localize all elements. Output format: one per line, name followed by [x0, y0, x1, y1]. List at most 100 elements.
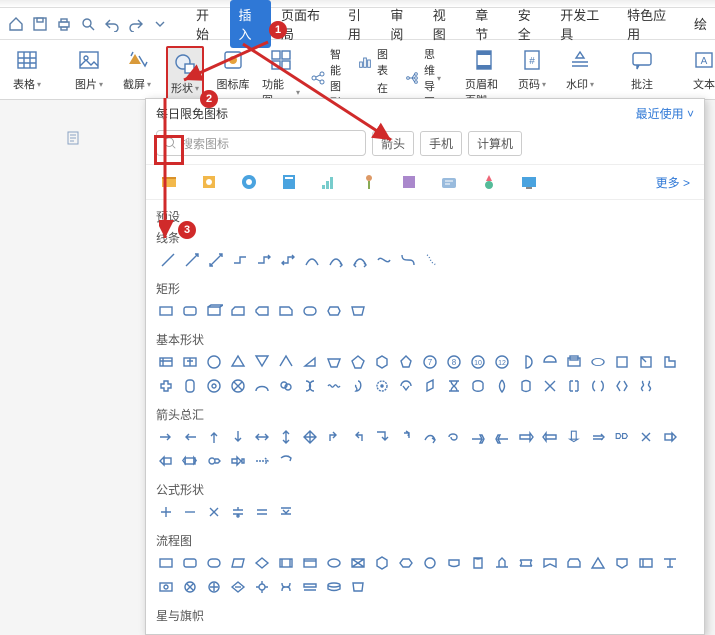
shape-item[interactable] — [180, 352, 200, 372]
home-icon[interactable] — [8, 16, 24, 32]
shape-item[interactable] — [300, 577, 320, 597]
shape-item[interactable] — [372, 376, 392, 396]
shape-item[interactable] — [300, 352, 320, 372]
shape-item[interactable] — [636, 352, 656, 372]
shape-item[interactable] — [228, 577, 248, 597]
shape-item[interactable] — [324, 352, 344, 372]
tab-view[interactable]: 视图 — [425, 0, 465, 48]
shape-item[interactable] — [396, 427, 416, 447]
shape-item[interactable] — [398, 250, 418, 270]
shape-item[interactable] — [276, 502, 296, 522]
tab-reference[interactable]: 引用 — [340, 0, 380, 48]
shape-item[interactable] — [540, 427, 560, 447]
shape-item[interactable]: 10 — [468, 352, 488, 372]
shape-item[interactable] — [516, 376, 536, 396]
shape-item[interactable] — [278, 250, 298, 270]
shape-item[interactable] — [156, 427, 176, 447]
shape-item[interactable] — [228, 553, 248, 573]
shape-item[interactable] — [348, 553, 368, 573]
shape-item[interactable] — [180, 553, 200, 573]
shape-item[interactable] — [420, 553, 440, 573]
undo-icon[interactable] — [104, 16, 120, 32]
shape-item[interactable] — [468, 553, 488, 573]
shape-item[interactable] — [636, 376, 656, 396]
ribbon-picture[interactable]: 图片▾ — [70, 46, 108, 92]
tab-review[interactable]: 审阅 — [382, 0, 422, 48]
shape-item[interactable] — [612, 553, 632, 573]
shape-item[interactable] — [444, 553, 464, 573]
featured-icon[interactable] — [320, 173, 338, 191]
shape-item[interactable] — [252, 352, 272, 372]
shape-item[interactable] — [326, 250, 346, 270]
shape-item[interactable] — [276, 577, 296, 597]
shape-item[interactable] — [540, 352, 560, 372]
recent-link[interactable]: 最近使用 ˅ — [636, 105, 694, 122]
shape-item[interactable] — [348, 577, 368, 597]
shape-item[interactable] — [252, 502, 272, 522]
qat-more-icon[interactable] — [152, 16, 168, 32]
featured-icon[interactable] — [200, 173, 218, 191]
shape-item[interactable] — [612, 352, 632, 372]
shape-item[interactable] — [276, 301, 296, 321]
shape-item[interactable] — [204, 427, 224, 447]
shape-item[interactable] — [180, 427, 200, 447]
tab-chapter[interactable]: 章节 — [467, 0, 507, 48]
shape-item[interactable] — [300, 301, 320, 321]
tab-devtools[interactable]: 开发工具 — [552, 0, 617, 48]
featured-icon[interactable] — [360, 173, 378, 191]
shape-item[interactable] — [324, 301, 344, 321]
shape-item[interactable] — [204, 451, 224, 471]
shape-item[interactable] — [276, 376, 296, 396]
shape-item[interactable] — [588, 352, 608, 372]
redo-icon[interactable] — [128, 16, 144, 32]
shape-item[interactable] — [204, 352, 224, 372]
ribbon-watermark[interactable]: 水印▾ — [561, 46, 599, 92]
shape-item[interactable] — [180, 502, 200, 522]
shape-item[interactable] — [252, 553, 272, 573]
shape-item[interactable] — [516, 427, 536, 447]
shape-item[interactable] — [180, 301, 200, 321]
shape-item[interactable] — [324, 376, 344, 396]
shape-item[interactable] — [612, 376, 632, 396]
shape-item[interactable] — [276, 451, 296, 471]
shape-item[interactable] — [324, 427, 344, 447]
shape-item[interactable] — [300, 427, 320, 447]
featured-icon[interactable] — [520, 173, 538, 191]
shape-item[interactable] — [540, 376, 560, 396]
shape-item[interactable] — [230, 250, 250, 270]
shape-item[interactable] — [420, 427, 440, 447]
shape-item[interactable] — [158, 250, 178, 270]
shape-item[interactable] — [588, 376, 608, 396]
shape-item[interactable] — [156, 301, 176, 321]
shape-item[interactable] — [444, 427, 464, 447]
shape-item[interactable] — [588, 553, 608, 573]
shape-item[interactable] — [660, 553, 680, 573]
shape-item[interactable] — [276, 352, 296, 372]
shape-item[interactable] — [516, 352, 536, 372]
shape-item[interactable] — [660, 352, 680, 372]
save-icon[interactable] — [32, 16, 48, 32]
shape-item[interactable] — [420, 376, 440, 396]
shape-item[interactable] — [204, 577, 224, 597]
shape-item[interactable] — [492, 427, 512, 447]
tab-security[interactable]: 安全 — [510, 0, 550, 48]
shape-item[interactable] — [374, 250, 394, 270]
shape-item[interactable] — [228, 376, 248, 396]
shape-item[interactable] — [180, 577, 200, 597]
shape-item[interactable] — [444, 376, 464, 396]
ribbon-comments[interactable]: 批注 — [623, 46, 661, 92]
featured-icon[interactable] — [400, 173, 418, 191]
shape-item[interactable] — [156, 553, 176, 573]
shape-item[interactable] — [348, 352, 368, 372]
ribbon-table[interactable]: 表格▾ — [8, 46, 46, 92]
shape-item[interactable] — [396, 553, 416, 573]
shape-item[interactable] — [516, 553, 536, 573]
shape-item[interactable] — [252, 376, 272, 396]
shape-item[interactable] — [276, 553, 296, 573]
shape-item[interactable] — [252, 451, 272, 471]
more-icons-link[interactable]: 更多 > — [656, 174, 690, 191]
shape-item[interactable] — [468, 376, 488, 396]
shape-item[interactable] — [228, 301, 248, 321]
shape-item[interactable] — [182, 250, 202, 270]
shape-item[interactable] — [204, 502, 224, 522]
